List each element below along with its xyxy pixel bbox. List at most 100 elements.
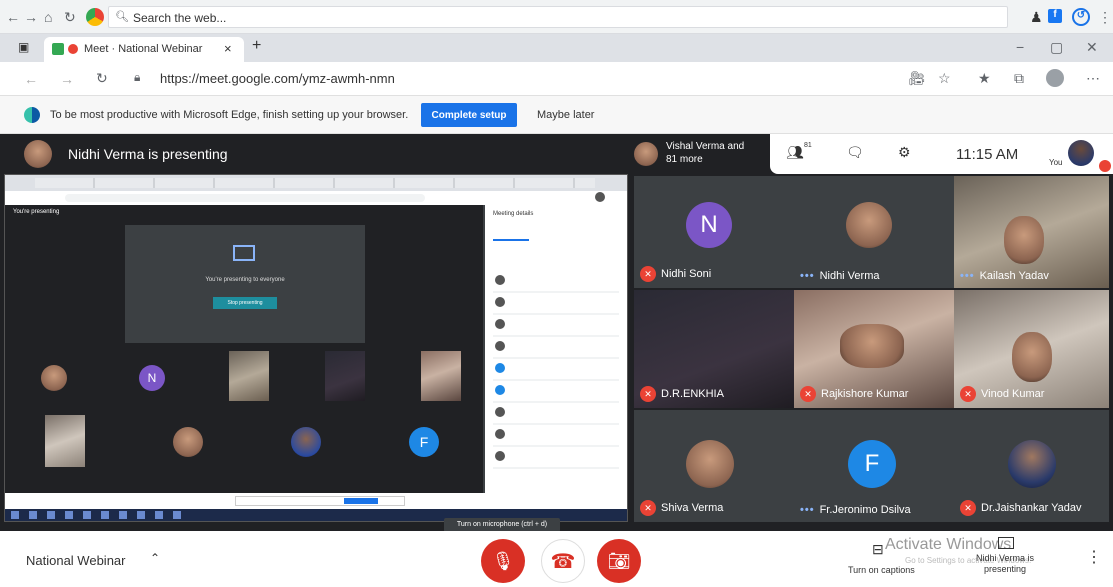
participant-label: ✕ Dr.Jaishankar Yadav bbox=[960, 500, 1081, 516]
meeting-name[interactable]: National Webinar bbox=[26, 553, 125, 568]
search-box[interactable]: 🔍︎ Search the web... bbox=[108, 6, 1008, 28]
tab-meet[interactable]: Meet · National Webinar × bbox=[44, 37, 244, 62]
self-mic-off-icon bbox=[1099, 160, 1111, 172]
refresh-icon[interactable]: ↻ bbox=[96, 70, 108, 87]
activate-windows-watermark: Activate Windows bbox=[885, 536, 1012, 553]
participant-label: ✕ D.R.ENKHIA bbox=[640, 386, 724, 402]
sync-icon[interactable]: ↺ bbox=[1072, 8, 1090, 26]
people-count: 81 bbox=[804, 142, 812, 149]
nested-panel-tab bbox=[493, 239, 529, 241]
collections-icon[interactable]: ⧉ bbox=[1014, 70, 1024, 87]
nested-tile-photo bbox=[229, 351, 269, 401]
camera-in-use-icon[interactable]: 🎥︎ bbox=[908, 70, 926, 87]
participant-label: ••• Fr.Jeronimo Dsilva bbox=[800, 504, 911, 516]
home-icon[interactable]: ⌂ bbox=[44, 9, 52, 25]
chat-icon[interactable]: 🗨︎ bbox=[846, 144, 864, 161]
captions-icon[interactable]: ⊟ bbox=[872, 541, 884, 558]
participant-tile[interactable]: ✕ Rajkishore Kumar bbox=[794, 290, 954, 408]
participant-label: ••• Kailash Yadav bbox=[960, 270, 1049, 282]
window-close-icon[interactable]: ✕ bbox=[1086, 39, 1098, 56]
browser-top-bar: ← → ⌂ ↻ 🔍︎ Search the web... ♟ f ↺ ⋮ bbox=[0, 0, 1113, 34]
participant-name: Nidhi Soni bbox=[661, 268, 712, 280]
participant-name: D.R.ENKHIA bbox=[661, 388, 724, 400]
participant-tile[interactable]: ••• Kailash Yadav bbox=[954, 176, 1109, 288]
you-label: You bbox=[1049, 158, 1063, 167]
minimize-icon[interactable]: − bbox=[1016, 39, 1024, 55]
participant-label: ✕ Shiva Verma bbox=[640, 500, 723, 516]
clock-time: 11:15 AM bbox=[956, 146, 1019, 163]
participant-tile[interactable]: ✕ Shiva Verma bbox=[634, 410, 794, 522]
nested-tiles-row2: F bbox=[5, 415, 483, 477]
url-text[interactable]: https://meet.google.com/ymz-awmh-nmn bbox=[160, 71, 395, 86]
nested-stop-sharing bbox=[344, 498, 378, 504]
mic-toggle-button[interactable]: 🎙︎ bbox=[481, 539, 525, 583]
back-icon[interactable]: ← bbox=[6, 9, 20, 25]
lock-icon: 🔒︎ bbox=[134, 70, 141, 84]
mic-off-icon: ✕ bbox=[960, 386, 976, 402]
participant-photo-avatar bbox=[686, 440, 734, 488]
nested-url bbox=[65, 194, 425, 202]
search-icon: 🔍︎ bbox=[115, 11, 129, 23]
facebook-icon[interactable]: f bbox=[1048, 9, 1062, 23]
extension-icon[interactable]: ♟ bbox=[1030, 9, 1043, 26]
new-tab-icon[interactable]: + bbox=[252, 37, 261, 55]
tab-title: Meet · National Webinar bbox=[84, 43, 203, 55]
activities-icon[interactable]: ⚙︎ bbox=[898, 144, 911, 161]
presenting-button-label[interactable]: Nidhi Verma is presenting bbox=[972, 553, 1038, 575]
profile-icon[interactable] bbox=[1046, 69, 1064, 87]
leave-call-button[interactable]: ☎ bbox=[541, 539, 585, 583]
people-icon[interactable]: 👥︎ bbox=[786, 144, 804, 161]
nested-presenting-label: You're presenting bbox=[13, 209, 60, 215]
nested-tile-face bbox=[41, 365, 67, 391]
favorites-icon[interactable]: ★ bbox=[978, 70, 991, 87]
present-screen-icon[interactable] bbox=[998, 537, 1014, 549]
participant-tile[interactable]: N ✕ Nidhi Soni bbox=[634, 176, 794, 288]
participant-tile[interactable]: ✕ Dr.Jaishankar Yadav bbox=[954, 410, 1109, 522]
nav-back-icon[interactable]: ← bbox=[24, 71, 38, 87]
participant-video bbox=[1004, 216, 1044, 264]
bookmark-star-icon[interactable]: ☆ bbox=[938, 70, 951, 87]
camera-toggle-button[interactable]: 📷︎ bbox=[597, 539, 641, 583]
more-options-icon[interactable]: ⋮ bbox=[1086, 547, 1102, 567]
tab-bar: ▣ Meet · National Webinar × + − ▢ ✕ bbox=[0, 34, 1113, 62]
participant-tile[interactable]: ••• Nidhi Verma bbox=[794, 176, 954, 288]
maximize-icon[interactable]: ▢ bbox=[1050, 39, 1063, 56]
nested-person-avatar bbox=[495, 385, 505, 395]
nested-person-avatar bbox=[495, 429, 505, 439]
speaking-icon: ••• bbox=[960, 270, 975, 282]
menu-dots-icon[interactable]: ⋮ bbox=[1098, 9, 1112, 26]
nested-tile-photo bbox=[325, 351, 365, 401]
mic-off-icon: ✕ bbox=[640, 500, 656, 516]
participant-tile[interactable]: ✕ Vinod Kumar bbox=[954, 290, 1109, 408]
mic-off-icon: ✕ bbox=[640, 386, 656, 402]
participant-initial-avatar: N bbox=[686, 202, 732, 248]
self-avatar[interactable] bbox=[1068, 140, 1094, 166]
participant-name: Dr.Jaishankar Yadav bbox=[981, 502, 1082, 514]
participant-tile[interactable]: F ••• Fr.Jeronimo Dsilva bbox=[794, 410, 954, 522]
chevron-up-icon[interactable]: ⌃ bbox=[150, 551, 160, 565]
tab-close-icon[interactable]: × bbox=[224, 41, 232, 56]
complete-setup-button[interactable]: Complete setup bbox=[421, 103, 517, 127]
tab-actions-icon[interactable]: ▣ bbox=[18, 40, 29, 54]
nested-sharing-bar bbox=[235, 496, 405, 506]
participant-tile[interactable]: ✕ D.R.ENKHIA bbox=[634, 290, 794, 408]
nested-bottom-bar bbox=[5, 493, 627, 509]
mic-off-icon: ✕ bbox=[960, 500, 976, 516]
nested-tabstrip bbox=[5, 175, 627, 191]
chrome-logo-icon bbox=[86, 8, 104, 26]
nested-tile-initial: N bbox=[139, 365, 165, 391]
nav-forward-icon[interactable]: → bbox=[60, 71, 74, 87]
nested-people-panel: Meeting details bbox=[485, 205, 627, 493]
settings-more-icon[interactable]: ⋯ bbox=[1086, 70, 1100, 87]
shared-screen: You're presenting You're presenting to e… bbox=[4, 174, 628, 522]
reload-icon[interactable]: ↻ bbox=[64, 9, 76, 26]
captions-button-label[interactable]: Turn on captions bbox=[848, 565, 915, 575]
meet-top-toolbar: 👥︎ 81 🗨︎ ⚙︎ 11:15 AM You bbox=[770, 134, 1113, 174]
presenter-avatar bbox=[24, 140, 52, 168]
participant-label: ••• Nidhi Verma bbox=[800, 270, 879, 282]
maybe-later-button[interactable]: Maybe later bbox=[537, 109, 594, 121]
nested-presenting-text: You're presenting to everyone bbox=[205, 277, 285, 283]
infobar-message: To be most productive with Microsoft Edg… bbox=[50, 109, 409, 121]
nested-people-list bbox=[493, 271, 619, 481]
forward-icon[interactable]: → bbox=[24, 9, 38, 25]
